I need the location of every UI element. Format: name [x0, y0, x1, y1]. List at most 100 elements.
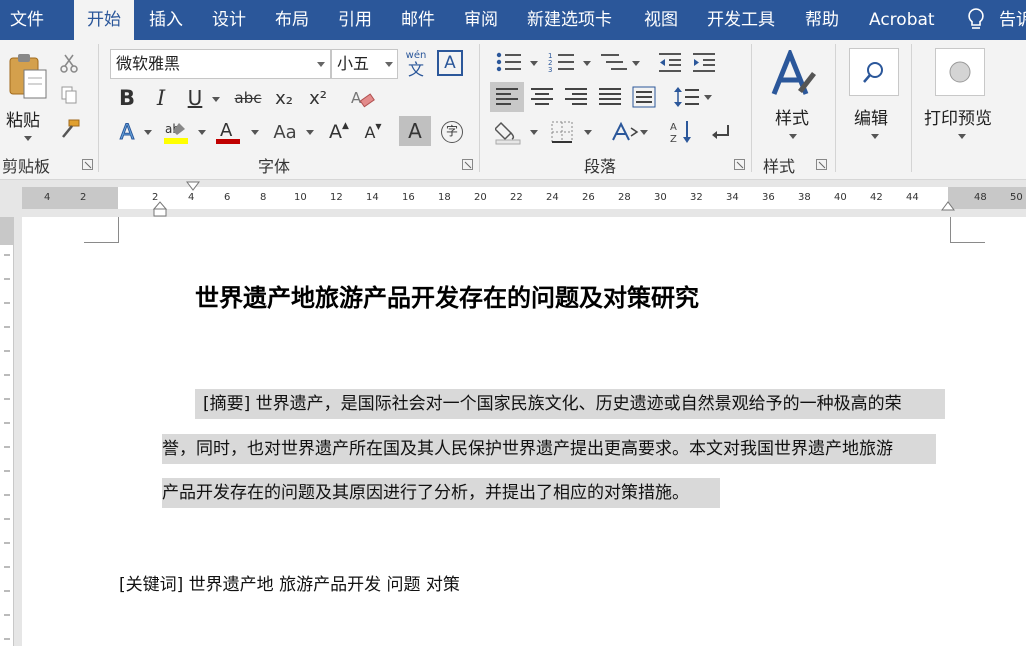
- ruler-text-area: [118, 187, 948, 209]
- align-left-icon[interactable]: [490, 82, 524, 112]
- phonetic-bottom: 文: [407, 59, 424, 79]
- clear-formatting-icon[interactable]: A: [348, 86, 376, 112]
- grow-font-button[interactable]: A ▲: [326, 118, 352, 146]
- subscript-label: x₂: [275, 87, 293, 109]
- numbering-icon[interactable]: 123: [547, 50, 577, 74]
- align-right-icon[interactable]: [562, 82, 590, 112]
- chevron-down-icon: [958, 134, 966, 139]
- grow-font-label: A: [329, 121, 343, 143]
- tab-references[interactable]: 引用: [338, 0, 372, 40]
- chevron-down-icon[interactable]: [251, 130, 259, 135]
- highlight-icon[interactable]: ab: [162, 118, 190, 146]
- chevron-down-icon[interactable]: [306, 130, 314, 135]
- text-effects-button[interactable]: A: [114, 118, 140, 146]
- chevron-down-icon[interactable]: [640, 130, 648, 135]
- borders-icon[interactable]: [548, 118, 576, 146]
- align-center-icon[interactable]: [528, 82, 556, 112]
- subscript-button[interactable]: x₂: [271, 84, 297, 112]
- copy-icon[interactable]: [58, 84, 80, 106]
- shading-icon[interactable]: [494, 118, 524, 146]
- lightbulb-icon[interactable]: [962, 6, 990, 34]
- phonetic-guide-button[interactable]: wén 文: [403, 48, 429, 80]
- show-marks-icon[interactable]: [706, 118, 732, 146]
- tab-design[interactable]: 设计: [212, 0, 246, 40]
- divider: [98, 44, 99, 172]
- chevron-down-icon[interactable]: [198, 130, 206, 135]
- enclose-char-button[interactable]: 字: [439, 118, 465, 146]
- tab-view[interactable]: 视图: [644, 0, 678, 40]
- chevron-down-icon[interactable]: [317, 62, 325, 67]
- tab-new-tab[interactable]: 新建选项卡: [527, 0, 612, 40]
- tab-layout[interactable]: 布局: [275, 0, 309, 40]
- change-case-button[interactable]: Aa: [268, 118, 302, 146]
- abstract-line[interactable]: 产品开发存在的问题及其原因进行了分析，并提出了相应的对策措施。: [162, 478, 720, 508]
- multilevel-list-icon[interactable]: [598, 50, 630, 74]
- superscript-button[interactable]: x²: [305, 84, 331, 112]
- styles-launcher-icon[interactable]: [816, 159, 827, 170]
- chevron-down-icon[interactable]: [530, 61, 538, 66]
- chevron-down-icon[interactable]: [530, 130, 538, 135]
- strikethrough-button[interactable]: abc: [232, 84, 264, 112]
- chevron-down-icon[interactable]: [385, 62, 393, 67]
- tab-file[interactable]: 文件: [10, 0, 44, 40]
- bullets-icon[interactable]: [494, 50, 524, 74]
- font-launcher-icon[interactable]: [462, 159, 473, 170]
- svg-text:3: 3: [548, 66, 552, 73]
- abstract-line[interactable]: 誉，同时，也对世界遗产所在国及其人民保护世界遗产提出更高要求。本文对我国世界遗产…: [162, 434, 936, 464]
- tab-developer[interactable]: 开发工具: [707, 0, 775, 40]
- ruler-tick-label: 8: [260, 192, 267, 203]
- chevron-down-icon[interactable]: [144, 130, 152, 135]
- underline-button[interactable]: U: [182, 84, 208, 112]
- document-title[interactable]: 世界遗产地旅游产品开发存在的问题及对策研究: [195, 278, 699, 313]
- format-painter-icon[interactable]: [58, 118, 82, 140]
- tell-me-box[interactable]: 告诉: [999, 0, 1026, 40]
- menu-bar: 文件 开始 插入 设计 布局 引用 邮件 审阅 新建选项卡 视图 开发工具 帮助…: [0, 0, 1026, 42]
- chinese-layout-icon[interactable]: [608, 118, 640, 146]
- font-name-combo[interactable]: 微软雅黑: [110, 49, 331, 79]
- print-preview-button[interactable]: 打印预览: [920, 46, 1004, 150]
- styles-label: 样式: [775, 109, 809, 129]
- tab-insert[interactable]: 插入: [149, 0, 183, 40]
- line-spacing-icon[interactable]: [672, 82, 702, 112]
- distributed-icon[interactable]: [630, 82, 658, 112]
- bold-button[interactable]: B: [114, 84, 140, 112]
- ruler-tick-label: 4: [188, 192, 195, 203]
- font-size-combo[interactable]: 小五: [331, 49, 398, 79]
- cut-icon[interactable]: [58, 52, 80, 74]
- hanging-indent-marker[interactable]: [153, 200, 167, 218]
- char-border-button[interactable]: A: [437, 50, 463, 76]
- font-color-icon[interactable]: A: [214, 118, 242, 146]
- right-indent-marker[interactable]: [941, 200, 955, 212]
- tab-acrobat[interactable]: Acrobat: [869, 0, 935, 40]
- vertical-ruler[interactable]: [0, 217, 14, 646]
- chevron-down-icon[interactable]: [212, 97, 220, 102]
- horizontal-ruler[interactable]: 4 2 2 4 6 8 10 12 14 16 18 20 22 24 26 28 30 32 34 36 38 40 42…: [0, 181, 1026, 217]
- chevron-down-icon[interactable]: [632, 61, 640, 66]
- styles-button[interactable]: 样式: [760, 46, 826, 150]
- decrease-indent-icon[interactable]: [656, 50, 684, 74]
- chevron-down-icon[interactable]: [704, 95, 712, 100]
- justify-icon[interactable]: [596, 82, 624, 112]
- tab-review[interactable]: 审阅: [464, 0, 498, 40]
- svg-text:A: A: [351, 89, 362, 107]
- tab-help[interactable]: 帮助: [805, 0, 839, 40]
- tab-mailings[interactable]: 邮件: [401, 0, 435, 40]
- superscript-label: x²: [309, 87, 327, 109]
- margin-corner-marker: [84, 217, 119, 243]
- keywords-line[interactable]: [关键词] 世界遗产地 旅游产品开发 问题 对策: [119, 570, 460, 595]
- increase-indent-icon[interactable]: [690, 50, 718, 74]
- paste-button[interactable]: 粘贴: [4, 48, 52, 148]
- editing-button[interactable]: 编辑: [845, 46, 905, 150]
- char-shading-button[interactable]: A: [399, 116, 431, 146]
- divider: [835, 44, 836, 172]
- italic-button[interactable]: I: [148, 84, 174, 112]
- paragraph-launcher-icon[interactable]: [734, 159, 745, 170]
- abstract-line[interactable]: [摘要] 世界遗产，是国际社会对一个国家民族文化、历史遗迹或自然景观给予的一种极…: [195, 389, 945, 419]
- chevron-down-icon[interactable]: [583, 61, 591, 66]
- shrink-font-button[interactable]: A ▼: [360, 118, 386, 146]
- clipboard-launcher-icon[interactable]: [82, 159, 93, 170]
- chevron-down-icon[interactable]: [584, 130, 592, 135]
- sort-icon[interactable]: AZ: [668, 118, 694, 146]
- first-line-indent-marker[interactable]: [186, 181, 200, 191]
- tab-home[interactable]: 开始: [74, 0, 134, 42]
